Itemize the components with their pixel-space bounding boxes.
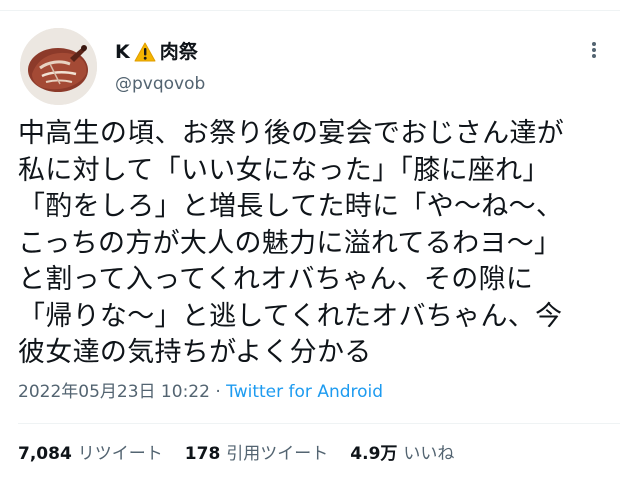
tweet-line: 彼女達の気持ちがよく分かる bbox=[18, 337, 372, 368]
top-divider bbox=[0, 10, 620, 11]
avatar-meat-image bbox=[20, 28, 97, 105]
meta-separator: · bbox=[215, 382, 221, 402]
likes-stat[interactable]: 4.9万 いいね bbox=[350, 443, 454, 465]
tweet-stats: 7,084 リツイート 178 引用ツイート 4.9万 いいね bbox=[18, 443, 476, 465]
tweet-text: 中高生の頃、お祭り後の宴会でおじさん達が 私に対して「いい女になった」「膝に座れ… bbox=[18, 116, 608, 372]
tweet-meta: 2022年05月23日 10:22 · Twitter for Android bbox=[18, 381, 383, 403]
retweets-label: リツイート bbox=[77, 444, 163, 464]
tweet-line: こっちの方が大人の魅力に溢れてるわヨ〜」 bbox=[18, 227, 562, 259]
likes-label: いいね bbox=[403, 444, 455, 464]
tweet-timestamp[interactable]: 2022年05月23日 10:22 bbox=[18, 382, 210, 402]
display-name-part1: K bbox=[115, 41, 130, 63]
tweet-line: と割って入ってくれオバちゃん、その隙に bbox=[18, 264, 534, 295]
avatar[interactable] bbox=[20, 28, 97, 105]
tweet-line: 「酌をしろ」と増長してた時に「や〜ね〜、 bbox=[18, 191, 564, 222]
quotes-count: 178 bbox=[184, 444, 221, 464]
warning-icon bbox=[134, 42, 156, 62]
likes-count: 4.9万 bbox=[350, 444, 398, 464]
tweet-line: 私に対して「いい女になった」「膝に座れ」 bbox=[18, 154, 550, 186]
quotes-stat[interactable]: 178 引用ツイート bbox=[185, 443, 329, 465]
retweets-count: 7,084 bbox=[18, 444, 72, 464]
more-options-icon[interactable] bbox=[584, 38, 604, 62]
tweet-source-link[interactable]: Twitter for Android bbox=[226, 382, 383, 402]
tweet-line: 「帰りな〜」と逃してくれたオバちゃん、今 bbox=[18, 300, 563, 332]
quotes-label: 引用ツイート bbox=[226, 444, 329, 464]
display-name[interactable]: K 肉祭 bbox=[115, 40, 198, 64]
tweet-line: 中高生の頃、お祭り後の宴会でおじさん達が bbox=[18, 118, 564, 149]
user-handle[interactable]: @pvqovob bbox=[115, 73, 205, 95]
display-name-part2: 肉祭 bbox=[159, 41, 198, 63]
retweets-stat[interactable]: 7,084 リツイート bbox=[18, 443, 163, 465]
stats-divider bbox=[18, 423, 620, 424]
